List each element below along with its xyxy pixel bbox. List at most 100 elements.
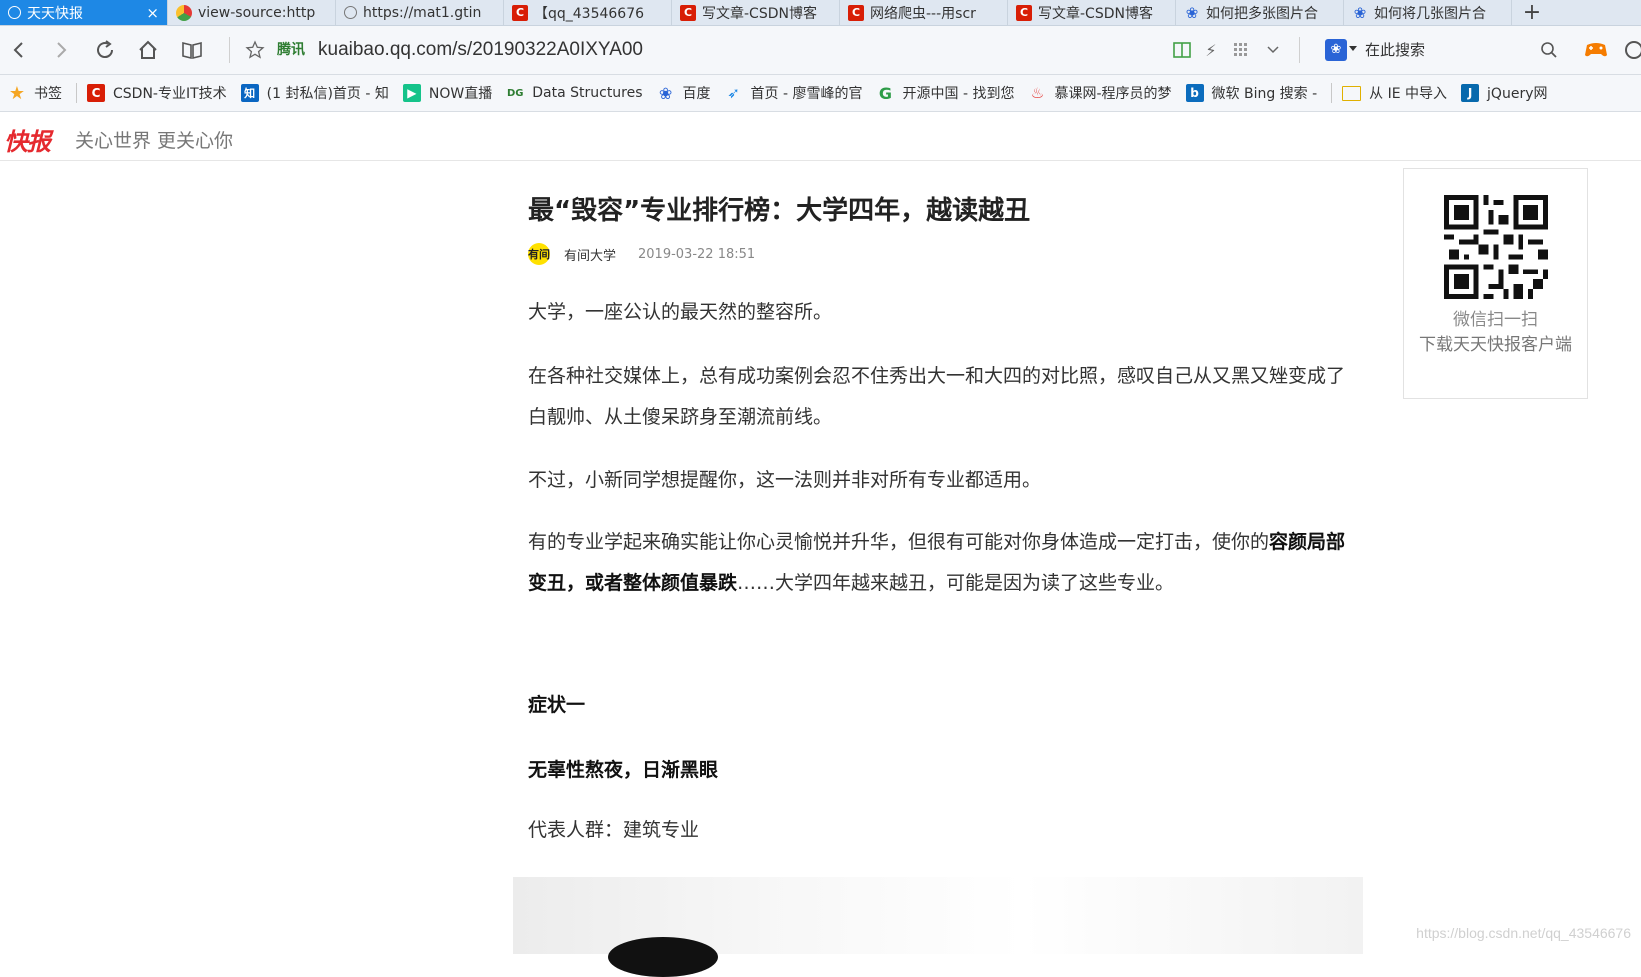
- book-icon: [182, 41, 202, 60]
- reading-mode-button[interactable]: [177, 26, 207, 74]
- article-meta: 有间 有间大学 2019-03-22 18:51: [528, 242, 755, 266]
- rocket-icon: ➶: [727, 84, 740, 102]
- bookmark-star-button[interactable]: [242, 26, 268, 74]
- bookmark-imooc[interactable]: ♨ 慕课网-程序员的梦: [1028, 83, 1172, 103]
- zhihu-icon: 知: [240, 84, 259, 102]
- new-tab-button[interactable]: +: [1512, 0, 1552, 25]
- csdn-icon: C: [87, 84, 105, 102]
- tab-qq-blog[interactable]: C 【qq_43546676: [504, 0, 672, 25]
- qr-caption-download: 下载天天快报客户端: [1419, 335, 1572, 355]
- paragraph: 代表人群：建筑专业: [528, 819, 700, 841]
- forward-button[interactable]: [46, 26, 76, 74]
- reload-icon: [97, 40, 114, 59]
- image-content: [608, 937, 718, 977]
- paragraph: 在各种社交媒体上，总有成功案例会忍不住秀出大一和大四的对比照，感叹自己从又黑又矬…: [528, 365, 1346, 428]
- tab-title: https://mat1.gtin: [363, 4, 482, 21]
- extension-icon[interactable]: [1625, 41, 1641, 59]
- bookmark-label: NOW直播: [428, 86, 493, 102]
- tab-merge-images-2[interactable]: ❀ 如何将几张图片合: [1344, 0, 1512, 25]
- bookmark-label: (1 封私信)首页 - 知: [266, 86, 389, 102]
- oschina-icon: G: [878, 83, 893, 103]
- tab-merge-images-1[interactable]: ❀ 如何把多张图片合: [1176, 0, 1344, 25]
- bookmark-import-ie[interactable]: 从 IE 中导入: [1342, 83, 1447, 103]
- bookmark-label: 微软 Bing 搜索 -: [1211, 86, 1318, 102]
- tab-kuaibao[interactable]: 天天快报 ×: [0, 0, 168, 25]
- address-bar[interactable]: kuaibao.qq.com/s/20190322A0IXYA00: [318, 26, 643, 74]
- site-logo[interactable]: 快报: [4, 122, 51, 157]
- reader-view-button[interactable]: [1170, 26, 1194, 74]
- tab-title: 如何将几张图片合: [1374, 5, 1486, 22]
- tab-title: 如何把多张图片合: [1206, 5, 1318, 22]
- bookmark-label: jQuery网: [1487, 86, 1548, 102]
- bookmark-label: 从 IE 中导入: [1369, 86, 1448, 102]
- nav-divider: [1299, 37, 1300, 63]
- bookmark-oschina[interactable]: G 开源中国 - 找到您: [877, 83, 1015, 103]
- source-icon: [176, 4, 192, 21]
- tab-title: 网络爬虫---用scr: [870, 5, 976, 22]
- paragraph: 不过，小新同学想提醒你，这一法则并非对所有专业都适用。: [528, 469, 1042, 491]
- baidu-paw-icon: ❀: [1353, 3, 1367, 22]
- site-header: 快报 关心世界 更关心你: [0, 112, 1641, 161]
- speed-mode-button[interactable]: ⚡: [1200, 26, 1222, 74]
- article-image: [513, 877, 1363, 977]
- qr-download-panel: 微信扫一扫 下载天天快报客户端: [1403, 168, 1588, 399]
- tab-csdn-write-1[interactable]: C 写文章-CSDN博客: [672, 0, 840, 25]
- bookmarks-bar: ★ 书签 C CSDN-专业IT技术 知 (1 封私信)首页 - 知 ▶ NOW…: [0, 75, 1641, 112]
- bookmark-label: 慕课网-程序员的梦: [1054, 86, 1172, 102]
- star-outline-icon: [245, 40, 265, 59]
- bookmark-now[interactable]: ▶ NOW直播: [402, 83, 493, 103]
- tab-title: 天天快报: [27, 5, 83, 22]
- back-button[interactable]: [4, 26, 34, 74]
- gamepad-icon[interactable]: [1583, 39, 1609, 61]
- bookmark-jquery[interactable]: J jQuery网: [1461, 83, 1547, 103]
- globe-icon: [8, 6, 21, 19]
- bookmark-label: 开源中国 - 找到您: [902, 86, 1015, 102]
- lightning-icon: ⚡: [1205, 40, 1217, 60]
- author-name[interactable]: 有间大学: [564, 245, 616, 264]
- tab-view-source[interactable]: view-source:http: [168, 0, 336, 25]
- section-subheading: 无辜性熬夜，日渐黑眼: [528, 759, 719, 781]
- bookmark-data-structures[interactable]: DG Data Structures: [506, 84, 643, 102]
- home-button[interactable]: [133, 26, 163, 74]
- tab-mat1[interactable]: https://mat1.gtin: [336, 0, 504, 25]
- paragraph-text: 有的专业学起来确实能让你心灵愉悦并升华，但很有可能对你身体造成一定打击，使你的: [528, 531, 1270, 553]
- grid-icon: [1234, 43, 1247, 56]
- bookmark-bing[interactable]: b 微软 Bing 搜索 -: [1185, 83, 1318, 103]
- tab-crawler[interactable]: C 网络爬虫---用scr: [840, 0, 1008, 25]
- tab-csdn-write-2[interactable]: C 写文章-CSDN博客: [1008, 0, 1176, 25]
- site-identity-label: 腾讯: [277, 42, 305, 58]
- search-input[interactable]: 在此搜索: [1365, 37, 1425, 63]
- tab-title: 写文章-CSDN博客: [1038, 5, 1153, 22]
- publish-date: 2019-03-22 18:51: [638, 246, 756, 262]
- chevron-down-icon: [1349, 46, 1357, 51]
- star-icon: ★: [8, 82, 26, 104]
- apps-button[interactable]: [1230, 26, 1252, 74]
- bookmark-baidu[interactable]: ❀ 百度: [657, 83, 711, 103]
- csdn-icon: C: [848, 4, 864, 21]
- bookmark-label: 书签: [34, 86, 62, 102]
- home-icon: [139, 40, 157, 59]
- bookmark-star[interactable]: ★ 书签: [8, 82, 62, 104]
- forward-arrow-icon: [57, 42, 67, 58]
- dg-icon: DG: [506, 87, 524, 99]
- more-dropdown-button[interactable]: [1263, 26, 1283, 74]
- bookmark-divider: [76, 83, 77, 103]
- search-icon[interactable]: [1540, 41, 1558, 59]
- bookmark-csdn[interactable]: C CSDN-专业IT技术: [87, 83, 227, 103]
- bookmark-liaoxuefeng[interactable]: ➶ 首页 - 廖雪峰的官: [725, 83, 862, 103]
- reload-button[interactable]: [90, 26, 120, 74]
- bookmark-zhihu[interactable]: 知 (1 封私信)首页 - 知: [240, 83, 389, 103]
- close-icon[interactable]: ×: [146, 4, 159, 22]
- baidu-paw-icon: ❀: [1325, 39, 1347, 61]
- bookmark-label: CSDN-专业IT技术: [113, 86, 227, 102]
- jquery-icon: J: [1461, 84, 1480, 102]
- csdn-icon: C: [512, 4, 528, 21]
- watermark: https://blog.csdn.net/qq_43546676: [1416, 925, 1631, 941]
- tab-strip: 天天快报 × view-source:http https://mat1.gti…: [0, 0, 1641, 26]
- now-icon: ▶: [402, 84, 421, 102]
- globe-icon: [344, 6, 357, 19]
- csdn-icon: C: [1016, 4, 1032, 21]
- search-box[interactable]: ❀ 在此搜索: [1325, 37, 1641, 63]
- back-arrow-icon: [13, 42, 23, 58]
- author-avatar[interactable]: 有间: [528, 243, 550, 265]
